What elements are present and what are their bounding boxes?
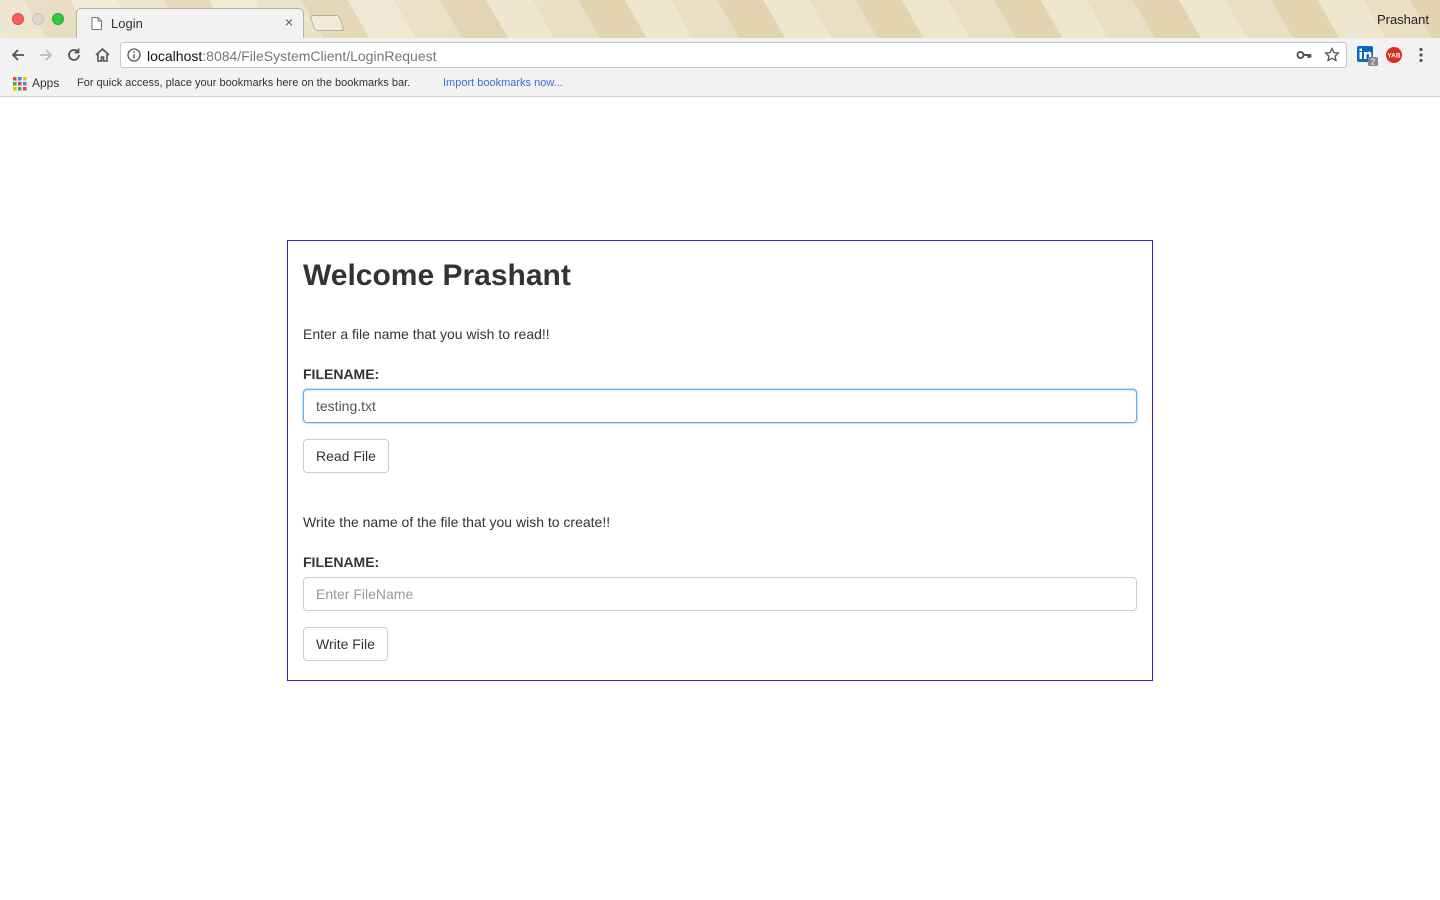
tab-title: Login (111, 16, 143, 31)
home-icon[interactable] (91, 44, 113, 66)
yab-label: YAB (1387, 53, 1400, 60)
menu-kebab-icon[interactable] (1418, 47, 1424, 68)
write-filename-input[interactable] (303, 577, 1137, 611)
yab-extension-icon[interactable]: YAB (1385, 46, 1403, 69)
import-bookmarks-link[interactable]: Import bookmarks now... (443, 77, 563, 89)
write-prompt: Write the name of the file that you wish… (303, 514, 611, 530)
page-icon (91, 17, 102, 35)
new-tab-button[interactable] (309, 15, 345, 31)
bookmark-star-icon[interactable] (1324, 46, 1340, 68)
info-icon[interactable] (127, 48, 141, 67)
browser-toolbar: localhost:8084/FileSystemClient/LoginReq… (0, 38, 1440, 72)
linkedin-badge: 2 (1371, 58, 1376, 67)
minimize-window-button[interactable] (32, 13, 44, 25)
url-text: localhost:8084/FileSystemClient/LoginReq… (147, 48, 437, 64)
read-prompt: Enter a file name that you wish to read!… (303, 326, 550, 342)
apps-bookmark[interactable]: Apps (32, 76, 59, 90)
tab-login[interactable]: Login × (76, 8, 304, 38)
close-window-button[interactable] (12, 13, 24, 25)
address-bar[interactable]: localhost:8084/FileSystemClient/LoginReq… (120, 42, 1347, 68)
maximize-window-button[interactable] (52, 13, 64, 25)
page-title: Welcome Prashant (303, 259, 571, 292)
linkedin-extension-icon[interactable]: 2 (1357, 46, 1379, 71)
write-file-button[interactable]: Write File (303, 627, 388, 661)
key-icon[interactable] (1296, 48, 1312, 67)
browser-titlebar: Login × Prashant (0, 0, 1440, 38)
write-filename-label: FILENAME: (303, 554, 380, 570)
back-arrow-icon[interactable] (7, 44, 29, 66)
read-file-button[interactable]: Read File (303, 439, 389, 473)
url-host: localhost (147, 48, 203, 64)
tab-close-icon[interactable]: × (281, 14, 297, 30)
bookmarks-bar: Apps For quick access, place your bookma… (0, 72, 1440, 97)
bookmarks-hint: For quick access, place your bookmarks h… (77, 77, 411, 89)
apps-grid-icon[interactable] (13, 77, 27, 96)
url-path: :8084/FileSystemClient/LoginRequest (202, 48, 437, 64)
file-panel: Welcome Prashant Enter a file name that … (287, 240, 1153, 681)
read-filename-input[interactable] (303, 389, 1137, 423)
forward-arrow-icon[interactable] (35, 44, 57, 66)
reload-icon[interactable] (63, 44, 85, 66)
profile-name[interactable]: Prashant (1377, 12, 1429, 27)
read-filename-label: FILENAME: (303, 366, 380, 382)
